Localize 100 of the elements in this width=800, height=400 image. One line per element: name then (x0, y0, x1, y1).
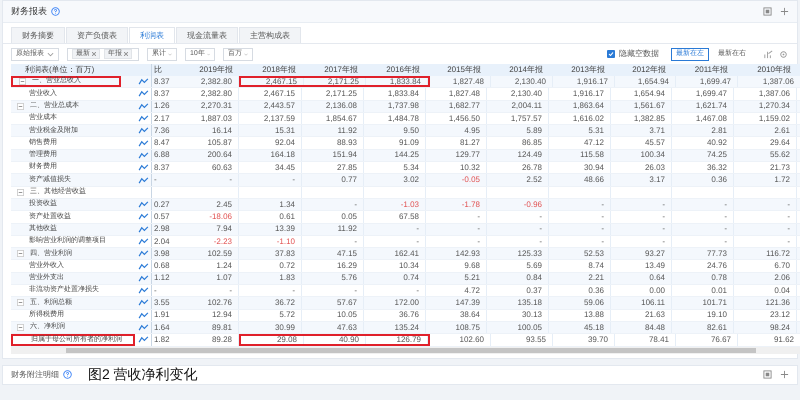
hide-empty-label: 隐藏空数据 (619, 48, 659, 60)
table-cell: 2.06 (734, 272, 797, 284)
table-cell: -0.96 (487, 198, 549, 210)
trend-icon[interactable] (138, 140, 149, 147)
column-header[interactable]: 2017年报 (302, 64, 364, 76)
table-cell: 3.02 (364, 174, 426, 186)
collapse-icon[interactable] (17, 324, 24, 332)
table-cell: 106.11 (611, 297, 672, 309)
table-cell: 84.48 (611, 322, 672, 334)
table-cell: 1.83 (239, 272, 302, 284)
trend-icon[interactable] (138, 78, 149, 86)
table-cell: 37.83 (239, 248, 302, 260)
trend-icon[interactable] (138, 115, 149, 122)
table-cell: 4.72 (426, 285, 487, 296)
collapse-icon[interactable] (17, 299, 24, 306)
collapse-icon[interactable] (17, 102, 24, 110)
trend-icon[interactable] (138, 176, 149, 184)
trend-icon[interactable] (138, 226, 149, 233)
settings-icon[interactable] (778, 48, 789, 60)
hide-empty-checkbox[interactable] (607, 50, 615, 58)
column-header[interactable]: 2013年报 (549, 64, 611, 76)
table-cell: 30.13 (487, 310, 549, 321)
trend-icon[interactable] (138, 250, 149, 258)
table-cell: 74.25 (672, 150, 734, 162)
table-cell: 101.71 (672, 297, 734, 309)
table-cell: 2.52 (487, 174, 549, 186)
tab[interactable]: 现金流量表 (176, 27, 238, 43)
table-cell: 76.67 (676, 334, 738, 346)
trend-icon[interactable] (138, 262, 149, 270)
table-cell: 0.05 (302, 211, 364, 223)
column-header[interactable]: 2019年报 (174, 64, 239, 76)
plus-icon[interactable] (780, 370, 789, 380)
column-header[interactable]: 比 (152, 64, 174, 76)
collapse-icon[interactable] (17, 188, 24, 196)
help-icon[interactable] (51, 7, 60, 16)
table-cell: 88.93 (302, 137, 364, 149)
export-icon[interactable] (763, 7, 772, 16)
trend-icon[interactable] (138, 299, 149, 306)
tab[interactable]: 主营构成表 (239, 27, 301, 43)
table-cell: 67.58 (364, 211, 426, 223)
column-header[interactable]: 2014年报 (487, 64, 549, 76)
table-cell: 13.49 (611, 260, 672, 272)
help-icon[interactable] (63, 370, 72, 380)
table-cell: 1.24 (174, 260, 239, 272)
table-cell: - (487, 224, 549, 235)
plus-icon[interactable] (780, 7, 789, 16)
table-cell: 91.62 (738, 334, 800, 346)
collapse-icon[interactable] (19, 78, 26, 86)
tab[interactable]: 利润表 (129, 27, 175, 43)
column-header[interactable]: 2011年报 (672, 64, 734, 76)
export-icon[interactable] (763, 370, 772, 380)
table-cell: 0.37 (487, 285, 549, 296)
table-cell: 0.72 (239, 260, 302, 272)
table-cell: 29.08 (241, 336, 304, 344)
table-cell: 1,863.64 (549, 100, 611, 112)
chart-icon[interactable] (763, 48, 774, 60)
trend-icon[interactable] (138, 102, 149, 110)
tab[interactable]: 资产负债表 (66, 27, 128, 43)
table-cell: 144.25 (364, 150, 426, 162)
check-icon (608, 51, 614, 57)
close-icon[interactable] (92, 52, 96, 56)
table-cell: 10.32 (426, 162, 487, 174)
table-cell: -1.03 (364, 198, 426, 210)
table-cell: 9.50 (364, 125, 426, 136)
table-cell: 2.81 (672, 125, 734, 136)
collapse-icon[interactable] (17, 250, 24, 258)
column-header[interactable]: 2012年报 (611, 64, 672, 76)
table-cell: 2,130.40 (487, 88, 549, 100)
trend-icon[interactable] (138, 201, 149, 208)
column-header[interactable]: 2015年报 (426, 64, 487, 76)
table-cell: - (487, 236, 549, 248)
table-cell: 36.72 (239, 297, 302, 309)
trend-icon[interactable] (138, 238, 149, 245)
trend-icon[interactable] (138, 287, 149, 294)
table-cell-text: 2.98 (153, 224, 171, 235)
trend-icon[interactable] (138, 336, 149, 344)
column-header[interactable]: 2016年报 (364, 64, 426, 76)
table-cell-text: 8.47 (153, 137, 171, 149)
tab[interactable]: 财务摘要 (11, 27, 65, 43)
table-cell: 172.00 (364, 297, 426, 309)
table-cell: - (426, 224, 487, 235)
trend-icon[interactable] (138, 274, 149, 282)
table-cell: - (734, 236, 797, 248)
table-cell: 23.12 (734, 310, 797, 321)
trend-icon[interactable] (138, 152, 149, 159)
table-cell: 0.61 (239, 211, 302, 223)
table-cell: - (734, 211, 797, 223)
trend-icon[interactable] (138, 164, 149, 172)
close-icon[interactable] (124, 52, 128, 56)
trend-icon[interactable] (138, 324, 149, 332)
trend-icon[interactable] (138, 213, 149, 220)
column-header[interactable]: 2018年报 (239, 64, 302, 76)
trend-icon[interactable] (138, 312, 149, 319)
trend-icon[interactable] (138, 90, 149, 98)
table-cell: - (364, 285, 426, 296)
table-cell: 162.41 (364, 248, 426, 260)
scroll-thumb[interactable] (66, 348, 756, 353)
trend-icon[interactable] (138, 127, 149, 134)
section-title: 财务附注明细 (11, 368, 59, 381)
column-header[interactable]: 2010年报 (734, 64, 797, 76)
